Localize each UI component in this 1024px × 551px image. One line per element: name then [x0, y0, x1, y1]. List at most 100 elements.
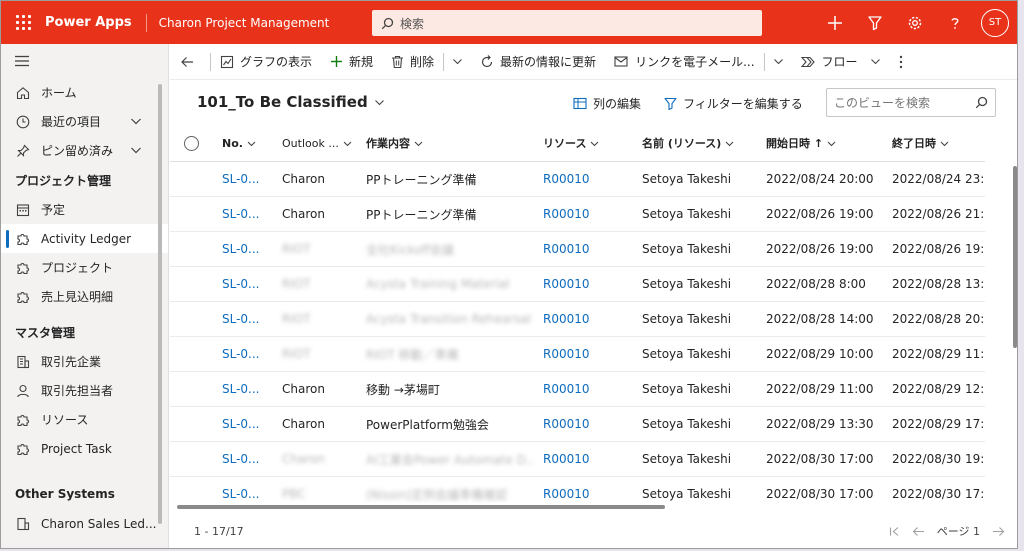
sidebar-item-accounts[interactable]: 取引先企業 — [1, 347, 168, 376]
cell-no[interactable]: SL-0... — [214, 207, 274, 221]
settings-button[interactable] — [895, 1, 935, 44]
table-row[interactable]: SL-0... RIOT Acysta Training Material R0001… — [170, 267, 985, 302]
email-link-dropdown[interactable] — [765, 44, 792, 80]
cell-resource[interactable]: R00010 — [535, 417, 634, 431]
search-icon[interactable] — [975, 96, 988, 109]
sidebar-scrollbar[interactable] — [158, 84, 162, 524]
show-chart-button[interactable]: グラフの表示 — [211, 44, 321, 80]
app-launcher-button[interactable] — [1, 1, 45, 44]
cell-resource[interactable]: R00010 — [535, 382, 634, 396]
sidebar-item-charon-sales[interactable]: Charon Sales Led... — [1, 509, 168, 538]
back-button[interactable] — [170, 44, 210, 80]
sidebar-item-project-task[interactable]: Project Task — [1, 434, 168, 463]
prev-page-icon[interactable] — [912, 526, 925, 537]
grid-horizontal-scrollbar[interactable] — [177, 505, 665, 509]
column-header-start[interactable]: 開始日時 ↑ — [758, 135, 884, 151]
edit-filters-button[interactable]: フィルターを編集する — [664, 95, 803, 112]
top-bar: Power Apps Charon Project Management 検索 … — [1, 1, 1017, 44]
more-options-button[interactable] — [890, 44, 918, 80]
app-name[interactable]: Power Apps — [45, 13, 147, 32]
cell-end: 2022/08/29 17:30 — [892, 417, 985, 431]
filter-button[interactable] — [855, 1, 895, 44]
cell-start: 2022/08/26 19:00 — [766, 207, 874, 221]
select-all-checkbox[interactable] — [170, 135, 214, 151]
table-row[interactable]: SL-0... Charon PPトレーニング準備 R00010 Setoya Take… — [170, 197, 985, 232]
table-row[interactable]: SL-0... Charon 移動 →茅場町 R00010 Setoya Takeshi… — [170, 372, 985, 407]
cell-work: Acysta Transition Rehearsal — [366, 312, 532, 326]
app-title[interactable]: Charon Project Management — [147, 16, 330, 30]
sidebar-item-activity-ledger[interactable]: Activity Ledger — [1, 224, 168, 253]
sidebar-item-sales-forecast[interactable]: 売上見込明細 — [1, 282, 168, 311]
global-search[interactable]: 検索 — [372, 10, 762, 36]
cell-resource[interactable]: R00010 — [535, 207, 634, 221]
puzzle-icon — [15, 231, 31, 247]
add-button[interactable] — [815, 1, 855, 44]
sidebar-item-schedule[interactable]: 予定 — [1, 195, 168, 224]
grid-vertical-scrollbar[interactable] — [1013, 166, 1017, 348]
help-button[interactable] — [935, 1, 975, 44]
cell-resource[interactable]: R00010 — [535, 277, 634, 291]
sidebar-group-project: プロジェクト管理 — [15, 173, 112, 188]
column-header-end[interactable]: 終了日時 — [884, 135, 985, 151]
flow-label: フロー — [821, 55, 858, 69]
table-row[interactable]: SL-0... RIOT Acysta Transition Rehearsal R0… — [170, 302, 985, 337]
sidebar-item-resources[interactable]: リソース — [1, 405, 168, 434]
chevron-down-icon[interactable] — [130, 144, 142, 156]
cell-no[interactable]: SL-0... — [214, 277, 274, 291]
cell-no[interactable]: SL-0... — [214, 382, 274, 396]
email-link-button[interactable]: リンクを電子メール... — [605, 44, 763, 80]
cell-no[interactable]: SL-0... — [214, 452, 274, 466]
table-row[interactable]: SL-0... Charon PPトレーニング準備 R00010 Setoya Take… — [170, 162, 985, 197]
edit-columns-button[interactable]: 列の編集 — [573, 95, 641, 112]
table-row[interactable]: SL-0... Charon PowerPlatform勉強会 R00010 Setoy… — [170, 407, 985, 442]
sidebar-item-label: 予定 — [41, 203, 66, 217]
cell-no[interactable]: SL-0... — [214, 312, 274, 326]
first-page-icon[interactable] — [889, 526, 900, 537]
cell-no[interactable]: SL-0... — [214, 487, 274, 501]
cell-outlook: RIOT — [282, 312, 311, 326]
table-row[interactable]: SL-0... PBC (Nissin)定例会議準備確認 R00010 Setoya T… — [170, 477, 985, 503]
delete-button[interactable]: 削除 — [382, 44, 443, 80]
more-commands-dropdown[interactable] — [444, 44, 471, 80]
avatar[interactable]: ST — [981, 8, 1009, 37]
sidebar-item-project[interactable]: プロジェクト — [1, 253, 168, 282]
column-header-resource[interactable]: リソース — [535, 135, 634, 151]
cell-resource[interactable]: R00010 — [535, 242, 634, 256]
column-header-name[interactable]: 名前 (リソース) — [634, 135, 758, 151]
view-search-input[interactable] — [834, 95, 964, 110]
column-header-work[interactable]: 作業内容 — [358, 135, 535, 151]
cell-no[interactable]: SL-0... — [214, 172, 274, 186]
cell-no[interactable]: SL-0... — [214, 417, 274, 431]
column-header-label: リソース — [543, 137, 587, 150]
cell-resource[interactable]: R00010 — [535, 172, 634, 186]
sidebar-item-recent[interactable]: 最近の項目 — [1, 107, 168, 136]
cell-no[interactable]: SL-0... — [214, 242, 274, 256]
cell-work: AI工業会Power Automate D... — [366, 452, 535, 467]
cell-resource[interactable]: R00010 — [535, 487, 634, 501]
cell-resource[interactable]: R00010 — [535, 312, 634, 326]
table-row[interactable]: SL-0... RIOT RIOT 移動／準備 R00010 Setoya Takesh… — [170, 337, 985, 372]
next-page-icon[interactable] — [992, 526, 1005, 537]
plus-icon — [331, 56, 343, 67]
chevron-down-icon[interactable] — [130, 115, 142, 127]
column-header-no[interactable]: No. — [214, 137, 274, 150]
sidebar-toggle-button[interactable] — [1, 44, 168, 78]
cell-resource[interactable]: R00010 — [535, 452, 634, 466]
cell-resource[interactable]: R00010 — [535, 347, 634, 361]
flow-button[interactable]: フロー — [792, 44, 890, 80]
table-row[interactable]: SL-0... Charon AI工業会Power Automate D... R00… — [170, 442, 985, 477]
hamburger-icon — [15, 55, 29, 67]
table-row[interactable]: SL-0... RIOT 全社Kickoff会議 R00010 Setoya Takes… — [170, 232, 985, 267]
new-button[interactable]: 新規 — [321, 44, 382, 80]
refresh-button[interactable]: 最新の情報に更新 — [471, 44, 605, 80]
sidebar: ホーム 最近の項目 ピン留め済み プロジェクト管理 予定 Activity Le… — [1, 44, 169, 548]
cell-no[interactable]: SL-0... — [214, 347, 274, 361]
view-selector[interactable]: 101_To Be Classified — [197, 93, 385, 111]
column-header-outlook[interactable]: Outlook ... — [274, 137, 358, 150]
sidebar-item-home[interactable]: ホーム — [1, 78, 168, 107]
cell-outlook: Charon — [282, 452, 325, 466]
view-search-box[interactable] — [826, 88, 996, 117]
cell-work: PPトレーニング準備 — [366, 172, 477, 187]
sidebar-item-contacts[interactable]: 取引先担当者 — [1, 376, 168, 405]
sidebar-item-pinned[interactable]: ピン留め済み — [1, 136, 168, 165]
